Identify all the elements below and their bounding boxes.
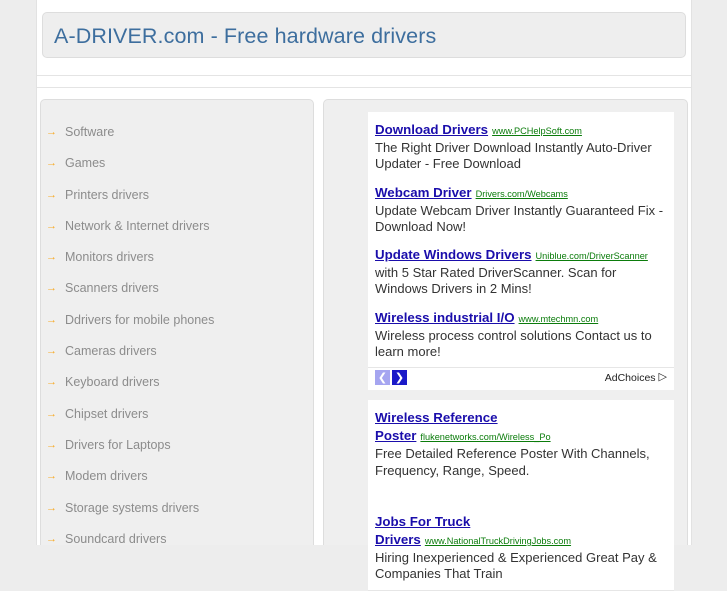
ad-url-link[interactable]: www.PCHelpSoft.com xyxy=(492,126,582,136)
ad-block-primary: Download Drivers www.PCHelpSoft.com The R… xyxy=(368,112,674,369)
header-divider-2 xyxy=(37,87,691,88)
adchoices-icon: ▷ xyxy=(658,371,667,384)
ad-description: Free Detailed Reference Poster With Chan… xyxy=(375,446,650,478)
sidebar-item-chipset-drivers[interactable]: → Chipset drivers xyxy=(41,399,313,430)
ad-description: Update Webcam Driver Instantly Guarantee… xyxy=(375,202,664,234)
sidebar-item-storage-systems-drivers[interactable]: → Storage systems drivers xyxy=(41,493,313,524)
arrow-bullet-icon: → xyxy=(46,188,57,201)
sidebar: → Software → Games → Printers drivers → Netw… xyxy=(40,99,314,546)
arrow-bullet-icon: → xyxy=(46,251,57,264)
arrow-bullet-icon: → xyxy=(46,126,57,138)
ad-item: Wireless Reference Poster flukenetworks.c… xyxy=(375,409,667,479)
header-divider-1 xyxy=(37,75,691,76)
sidebar-item-soundcard-drivers[interactable]: → Soundcard drivers xyxy=(41,524,313,555)
sidebar-item-label: Scanners drivers xyxy=(65,281,159,296)
site-header: A-DRIVER.com - Free hardware drivers xyxy=(37,12,691,58)
sidebar-item-network-internet-drivers[interactable]: → Network & Internet drivers xyxy=(41,211,313,242)
sidebar-item-label: Modem drivers xyxy=(65,469,148,484)
sidebar-item-games[interactable]: → Games xyxy=(41,148,313,179)
sidebar-item-mobile-phone-drivers[interactable]: → Ddrivers for mobile phones xyxy=(41,305,313,336)
ad-unit: Download Drivers www.PCHelpSoft.com The R… xyxy=(368,112,674,591)
arrow-bullet-icon: → xyxy=(46,282,57,295)
sidebar-item-label: Cameras drivers xyxy=(65,344,157,359)
sidebar-item-scanners-drivers[interactable]: → Scanners drivers xyxy=(41,273,313,304)
ad-next-button[interactable]: ❯ xyxy=(392,370,407,386)
ad-inner-gap xyxy=(375,490,667,513)
ad-url-link[interactable]: flukenetworks.com/Wireless_Po xyxy=(420,432,550,442)
ad-url-link[interactable]: www.NationalTruckDrivingJobs.com xyxy=(425,536,571,546)
sidebar-item-software[interactable]: → Software xyxy=(41,117,313,148)
page-title: A-DRIVER.com - Free hardware drivers xyxy=(54,24,437,48)
ad-item: Jobs For Truck Drivers www.NationalTruckD… xyxy=(375,513,667,583)
arrow-bullet-icon: → xyxy=(46,438,57,451)
sidebar-item-cameras-drivers[interactable]: → Cameras drivers xyxy=(41,336,313,367)
ad-title-link[interactable]: Download Drivers xyxy=(375,122,488,137)
ad-title-link[interactable]: Update Windows Drivers xyxy=(375,247,532,262)
sidebar-item-label: Games xyxy=(65,156,106,171)
sidebar-item-modem-drivers[interactable]: → Modem drivers xyxy=(41,461,313,492)
ad-title-link[interactable]: Wireless industrial I/O xyxy=(375,310,515,325)
arrow-bullet-icon: → xyxy=(46,501,57,514)
sidebar-item-printers-drivers[interactable]: → Printers drivers xyxy=(41,180,313,211)
site-header-box: A-DRIVER.com - Free hardware drivers xyxy=(42,12,686,58)
sidebar-item-label: Software xyxy=(65,125,115,139)
ad-description: with 5 Star Rated DriverScanner. Scan fo… xyxy=(375,265,617,297)
sidebar-nav-list: → Software → Games → Printers drivers → Netw… xyxy=(41,100,313,555)
sidebar-item-label: Monitors drivers xyxy=(65,250,154,265)
arrow-bullet-icon: → xyxy=(46,470,57,483)
ad-block-secondary: Wireless Reference Poster flukenetworks.c… xyxy=(368,400,674,591)
sidebar-item-laptop-drivers[interactable]: → Drivers for Laptops xyxy=(41,430,313,461)
ad-item: Wireless industrial I/O www.mtechmn.com W… xyxy=(375,309,667,361)
arrow-bullet-icon: → xyxy=(46,157,57,170)
ad-description: The Right Driver Download Instantly Auto… xyxy=(375,140,652,172)
arrow-bullet-icon: → xyxy=(46,532,57,545)
sidebar-item-label: Keyboard drivers xyxy=(65,375,160,390)
page-container: A-DRIVER.com - Free hardware drivers → So… xyxy=(36,0,692,591)
ad-block-gap xyxy=(368,390,674,401)
ad-title-link[interactable]: Webcam Driver xyxy=(375,185,472,200)
sidebar-item-label: Ddrivers for mobile phones xyxy=(65,312,215,327)
arrow-bullet-icon: → xyxy=(46,345,57,358)
ad-description: Hiring Inexperienced & Experienced Great… xyxy=(375,549,657,582)
ad-footer: ❮ ❯ AdChoices ▷ xyxy=(368,368,674,391)
sidebar-item-label: Printers drivers xyxy=(65,187,150,202)
sidebar-item-label: Drivers for Laptops xyxy=(65,437,171,452)
sidebar-item-label: Storage systems drivers xyxy=(65,500,200,515)
adchoices-link[interactable]: AdChoices ▷ xyxy=(605,372,667,384)
ad-item: Update Windows Drivers Uniblue.com/Driver… xyxy=(375,246,667,298)
sidebar-item-keyboard-drivers[interactable]: → Keyboard drivers xyxy=(41,367,313,398)
arrow-bullet-icon: → xyxy=(46,313,57,326)
adchoices-label: AdChoices xyxy=(604,371,656,384)
ad-url-link[interactable]: Uniblue.com/DriverScanner xyxy=(536,251,648,261)
sidebar-item-monitors-drivers[interactable]: → Monitors drivers xyxy=(41,242,313,273)
arrow-bullet-icon: → xyxy=(46,219,57,232)
ad-url-link[interactable]: www.mtechmn.com xyxy=(519,314,599,324)
content-column: Download Drivers www.PCHelpSoft.com The R… xyxy=(323,99,688,591)
sidebar-item-label: Network & Internet drivers xyxy=(65,218,210,233)
ad-description: Wireless process control solutions Conta… xyxy=(375,327,652,360)
arrow-bullet-icon: → xyxy=(46,407,57,420)
ad-url-link[interactable]: Drivers.com/Webcams xyxy=(476,189,568,199)
arrow-bullet-icon: → xyxy=(46,376,57,389)
ad-item: Download Drivers www.PCHelpSoft.com The R… xyxy=(375,121,667,173)
sidebar-item-label: Chipset drivers xyxy=(65,406,149,421)
sidebar-item-label: Soundcard drivers xyxy=(65,531,167,546)
ad-item: Webcam Driver Drivers.com/Webcams Update … xyxy=(375,184,667,236)
ad-prev-button[interactable]: ❮ xyxy=(375,370,390,386)
ad-pagination: ❮ ❯ xyxy=(375,370,407,386)
